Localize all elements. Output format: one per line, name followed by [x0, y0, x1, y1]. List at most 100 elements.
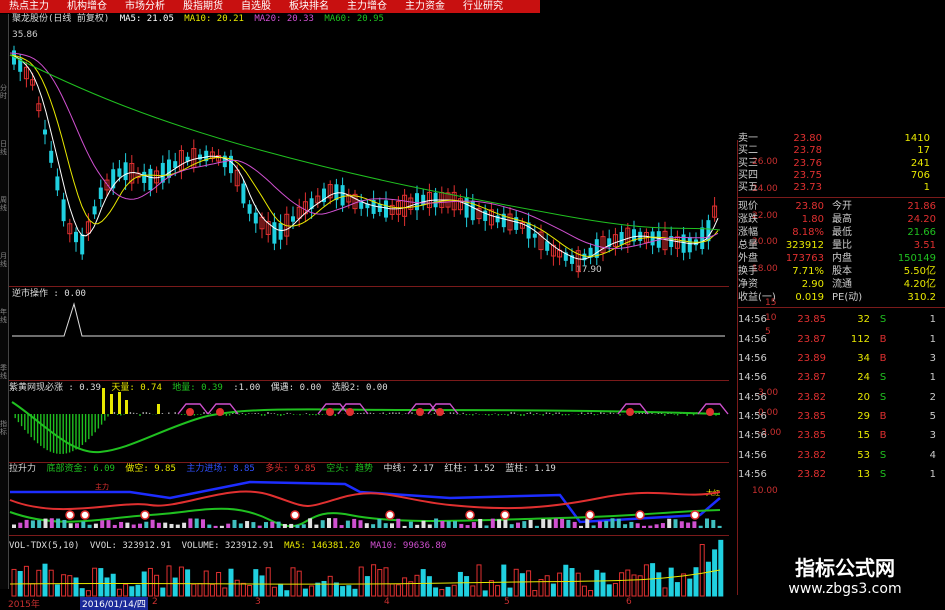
volume-bar [687, 578, 693, 597]
p4-bar [320, 520, 325, 528]
candle-body [142, 171, 147, 183]
candle-body [278, 223, 283, 240]
candle-body [377, 203, 382, 212]
volume-bar [594, 569, 600, 597]
p4-bar [295, 524, 300, 528]
stats-row: 总量 323912 量比 3.51 [738, 239, 945, 252]
p4-bar [572, 521, 577, 528]
volume-bar [290, 567, 296, 597]
p4-bar [390, 523, 394, 528]
volume-bar [526, 570, 532, 597]
p4-bar [238, 523, 243, 528]
stats-row: 净资 2.90 流通 4.20亿 [738, 278, 945, 291]
tick-side: S [879, 468, 887, 480]
tick-count: 1 [929, 468, 936, 480]
stat-key: 内盘 [832, 253, 852, 265]
stat-key: 涨幅 [738, 227, 758, 239]
tick-time: 14:56 [738, 410, 767, 422]
tick-volume: 32 [857, 314, 870, 326]
p4-bar [301, 524, 306, 528]
date-label: 6 [626, 597, 632, 607]
volume-bar [333, 582, 339, 597]
volume-bar [98, 568, 104, 597]
candle-body [384, 200, 388, 218]
order-label: 买二 [738, 145, 758, 157]
volume-bar [662, 587, 668, 597]
stats-row: 换手 7.71% 股本 5.50亿 [738, 265, 945, 278]
tick-volume: 20 [857, 391, 870, 403]
p4-bar [509, 524, 514, 528]
tick-count: 1 [929, 333, 936, 345]
tick-price: 23.82 [797, 468, 826, 480]
volume-bar [191, 583, 197, 597]
tick-price: 23.85 [797, 430, 826, 442]
p4-bar [56, 518, 61, 528]
p4-bar [308, 518, 313, 528]
p3-signal-dot [416, 408, 424, 416]
volume-bar [371, 564, 377, 597]
candle-body [464, 196, 469, 218]
p4-bar [692, 521, 697, 528]
p4-bar [503, 519, 508, 528]
tick-volume: 53 [857, 449, 870, 461]
p4-bar [333, 518, 338, 528]
volume-bar [247, 584, 253, 597]
order-label: 买三 [738, 157, 758, 169]
candle-body [92, 206, 97, 215]
candle-body [247, 204, 252, 214]
p4-bar [245, 521, 250, 528]
stat-value: 4.20亿 [903, 279, 936, 291]
volume-bar [681, 573, 687, 597]
p4-bar [289, 523, 294, 528]
volume-bar [147, 567, 153, 597]
p4-bar [623, 524, 628, 528]
volume-bar [30, 583, 36, 597]
tick-side: B [879, 333, 887, 345]
tick-volume: 13 [857, 468, 870, 480]
tick-time: 14:56 [738, 468, 767, 480]
tick-time: 14:56 [738, 391, 767, 403]
candle-body [123, 162, 128, 181]
volume-bar [116, 588, 122, 597]
order-price: 23.78 [793, 145, 822, 157]
watermark-title: 指标公式网 [795, 556, 895, 580]
volume-bar [197, 583, 203, 597]
volume-bar [340, 586, 346, 597]
quote-panel: 卖一 23.80 1410 买二 23.78 17 买三 23.76 241 买… [738, 133, 945, 484]
candle-body [173, 161, 178, 168]
volume-bar [588, 590, 594, 597]
ma5-line [9, 54, 719, 260]
p4-bar [257, 525, 262, 528]
p4-bar [459, 523, 464, 528]
order-label: 买五 [738, 182, 758, 194]
volume-bar [23, 565, 29, 597]
volume-bar [402, 577, 408, 597]
p4-bar [490, 518, 495, 528]
volume-bar [445, 586, 451, 597]
candle-body [49, 150, 54, 163]
p4-bar [232, 519, 237, 528]
tick-volume: 112 [850, 333, 870, 345]
volume-bar [309, 585, 315, 597]
p4-bar [396, 518, 401, 528]
volume-bar [129, 586, 135, 597]
volume-bar [544, 575, 550, 597]
p4-bar [282, 524, 287, 528]
volume-bar [563, 564, 569, 597]
p4-bar [679, 521, 684, 528]
stat-value: 1.80 [801, 214, 824, 226]
tick-row: 14:56 23.82 13 S 1 [738, 465, 945, 484]
volume-bar [712, 549, 718, 597]
volume-bar [476, 564, 482, 597]
volume-bar [606, 584, 612, 597]
stats-row: 外盘 173763 内盘 150149 [738, 252, 945, 265]
volume-bar [581, 585, 587, 597]
p4-bar [528, 519, 533, 528]
p4-bar [711, 519, 716, 528]
tick-side: B [879, 430, 887, 442]
volume-bar [637, 575, 643, 597]
volume-bar [383, 567, 389, 597]
candle-body [98, 187, 103, 200]
p4-signal-dot [385, 510, 395, 520]
tick-volume: 29 [857, 410, 870, 422]
